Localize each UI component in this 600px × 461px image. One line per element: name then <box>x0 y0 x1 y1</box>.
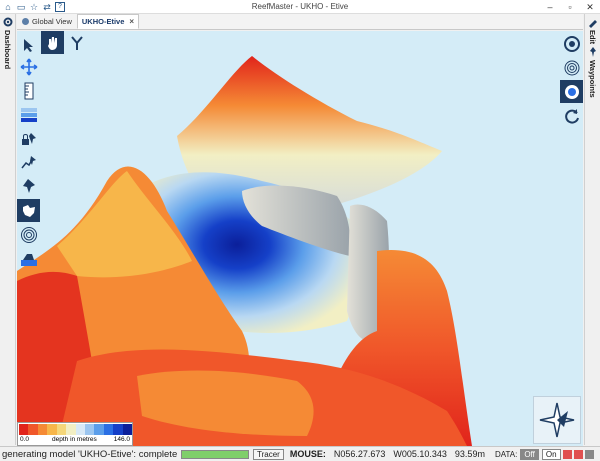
mouse-label: MOUSE: <box>289 449 326 459</box>
status-bar: generating model 'UKHO-Etive': complete … <box>0 446 600 461</box>
close-button[interactable]: ✕ <box>580 0 600 14</box>
select-tool[interactable] <box>17 33 40 56</box>
legend-swatch <box>103 424 114 435</box>
legend-min: 0.0 <box>20 436 30 443</box>
depth-legend: 0.0 depth in metres 146.0 <box>17 422 133 446</box>
route-tool[interactable] <box>17 151 40 174</box>
edit-label[interactable]: Edit <box>588 30 597 44</box>
close-tab-icon[interactable]: × <box>129 17 134 26</box>
star-icon[interactable]: ☆ <box>29 2 39 12</box>
data-on-toggle[interactable]: On <box>541 448 561 460</box>
region-map-icon <box>22 204 35 217</box>
minimize-button[interactable]: – <box>540 0 560 14</box>
pushpin-icon <box>22 178 35 193</box>
boat-icon <box>20 253 37 266</box>
dashboard-panel[interactable]: Dashboard <box>0 14 16 445</box>
route-pin-icon <box>20 155 36 168</box>
legend-swatch <box>75 424 85 435</box>
contour-rings-icon <box>20 226 37 243</box>
depth-layers-tool[interactable] <box>17 103 40 126</box>
tab-ukho-etive[interactable]: UKHO-Etive × <box>76 14 140 29</box>
mouse-longitude: W005.10.343 <box>393 449 447 459</box>
sync-icon[interactable]: ⇄ <box>42 2 52 12</box>
edit-icon[interactable] <box>587 16 599 28</box>
pan-tool[interactable] <box>41 31 64 54</box>
legend-swatch <box>19 424 29 435</box>
legend-swatch <box>84 424 95 435</box>
progress-bar <box>181 449 249 459</box>
legend-max: 146.0 <box>113 436 130 443</box>
refresh-view[interactable] <box>560 104 583 127</box>
right-panel[interactable]: Edit Waypoints <box>584 14 600 445</box>
view-mode-3d[interactable] <box>560 80 583 103</box>
window-title: ReefMaster - UKHO - Etive <box>251 2 349 11</box>
contour-tool[interactable] <box>17 223 40 246</box>
data-indicator-2 <box>573 449 583 459</box>
fork-icon <box>70 35 83 50</box>
compass[interactable] <box>533 396 581 444</box>
tracer-tool[interactable] <box>65 31 88 54</box>
target-ring-icon <box>563 35 580 52</box>
sphere-icon <box>564 84 579 99</box>
dashboard-label[interactable]: Dashboard <box>3 30 12 69</box>
legend-swatch <box>94 424 104 435</box>
folder-icon[interactable]: ▭ <box>16 2 26 12</box>
mouse-latitude: N056.27.673 <box>333 449 386 459</box>
data-label: DATA: <box>494 449 518 459</box>
legend-title: depth in metres <box>52 436 97 443</box>
legend-swatch <box>66 424 76 435</box>
refresh-icon <box>564 108 579 124</box>
boat-tool[interactable] <box>17 247 40 270</box>
ruler-icon <box>24 82 33 99</box>
legend-swatch <box>37 424 48 435</box>
view-mode-2[interactable] <box>560 56 583 79</box>
document-tabs: Global View UKHO-Etive × <box>17 14 583 30</box>
legend-swatch <box>28 424 38 435</box>
hand-icon <box>47 36 57 50</box>
waypoints-label[interactable]: Waypoints <box>588 60 597 98</box>
maximize-button[interactable]: ▫ <box>560 0 580 14</box>
legend-swatch <box>122 424 133 435</box>
compass-rose-icon <box>539 402 575 438</box>
globe-icon <box>22 18 29 25</box>
tracer-button[interactable]: Tracer <box>253 448 284 460</box>
lock-pin-icon <box>21 132 36 145</box>
move-tool[interactable] <box>17 55 40 78</box>
arrow-cursor-icon <box>23 38 33 52</box>
tab-global-view[interactable]: Global View <box>17 14 77 29</box>
depth-color-bar <box>19 424 133 435</box>
legend-swatch <box>113 424 123 435</box>
map-region-tool[interactable] <box>17 199 40 222</box>
data-indicator-1 <box>562 449 572 459</box>
pin-icon[interactable] <box>587 46 599 58</box>
lock-waypoint-tool[interactable] <box>17 127 40 150</box>
help-icon[interactable]: ? <box>55 1 65 12</box>
measure-tool[interactable] <box>17 79 40 102</box>
home-icon[interactable]: ⌂ <box>3 2 13 12</box>
view-mode-1[interactable] <box>560 32 583 55</box>
3d-viewport[interactable]: 0.0 depth in metres 146.0 <box>17 31 583 446</box>
status-message: generating model 'UKHO-Etive': complete <box>2 448 178 460</box>
legend-swatch <box>47 424 57 435</box>
waypoint-tool[interactable] <box>17 175 40 198</box>
layers-icon <box>20 107 37 122</box>
data-off-toggle[interactable]: Off <box>520 448 539 460</box>
move-arrows-icon <box>20 58 37 75</box>
title-bar: ⌂ ▭ ☆ ⇄ ? ReefMaster - UKHO - Etive – ▫ … <box>0 0 600 14</box>
data-indicator-3 <box>584 449 594 459</box>
quick-access-toolbar: ⌂ ▭ ☆ ⇄ ? <box>0 1 65 12</box>
gear-icon[interactable] <box>2 16 14 28</box>
rings-icon <box>564 60 579 75</box>
mouse-depth: 93.59m <box>454 449 485 459</box>
legend-swatch <box>56 424 67 435</box>
depth-model-3d[interactable] <box>17 31 583 446</box>
